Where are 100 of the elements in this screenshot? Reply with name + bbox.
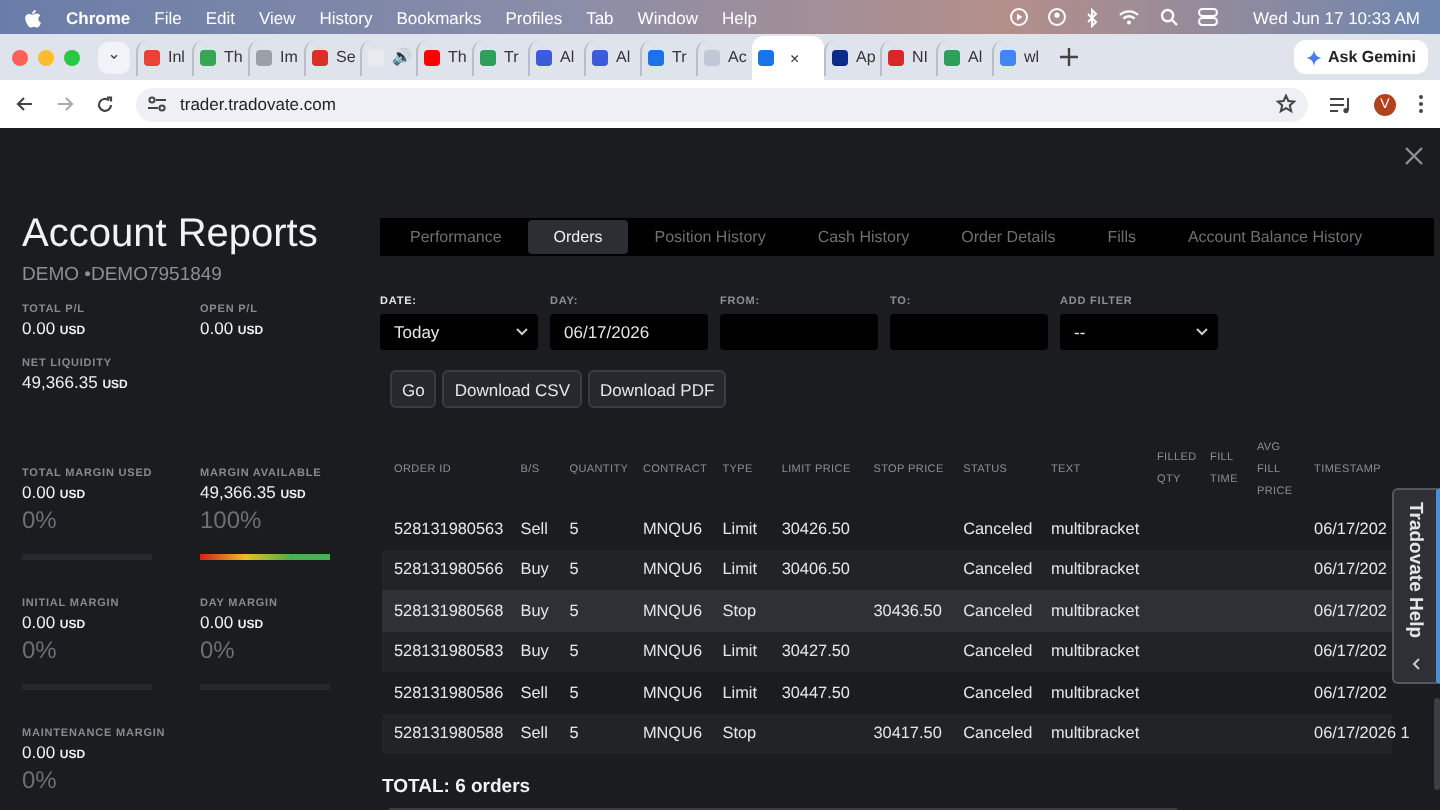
account-id: DEMO •DEMO7951849 [22, 264, 224, 286]
media-controls-icon[interactable] [1330, 95, 1352, 113]
field-value: Today [394, 322, 440, 342]
table-cell: MNQU6 [642, 560, 703, 579]
table-cell: 06/17/202 [1314, 560, 1387, 579]
page-title: Account Reports [22, 212, 320, 256]
menu-item[interactable]: Edit [205, 7, 235, 27]
report-tab[interactable]: Performance [384, 220, 528, 254]
zoom-window-button[interactable] [64, 49, 80, 65]
browser-tab[interactable]: Tr [640, 39, 696, 75]
close-tab-icon[interactable]: × [790, 49, 800, 67]
table-cell: Buy [520, 601, 549, 620]
app-menu[interactable]: Chrome [66, 7, 131, 27]
report-tab[interactable]: Orders [527, 220, 629, 254]
table-cell: 5 [569, 683, 579, 702]
tab-title: NI [912, 48, 928, 66]
bluetooth-icon[interactable] [1085, 7, 1098, 27]
table-cell: 06/17/2026 1 [1314, 724, 1410, 743]
tab-title: Tr [672, 48, 687, 66]
browser-tab[interactable]: × [752, 36, 824, 80]
control-center-icon[interactable] [1197, 8, 1218, 26]
action-button[interactable]: Download PDF [587, 370, 727, 408]
site-settings-icon[interactable] [148, 96, 166, 112]
forward-icon[interactable] [56, 96, 74, 112]
table-cell: Sell [520, 724, 548, 743]
table-cell: 528131980588 [394, 724, 504, 743]
browser-tab[interactable]: Al [528, 39, 584, 75]
tab-title: Im [280, 48, 298, 66]
url-text: trader.tradovate.com [180, 94, 336, 114]
new-tab-icon[interactable] [1060, 48, 1078, 66]
table-cell: 528131980563 [394, 519, 504, 538]
table-cell: 30436.50 [873, 601, 942, 620]
table-cell: MNQU6 [642, 683, 703, 702]
search-icon[interactable] [1159, 8, 1178, 26]
table-cell: Buy [520, 560, 549, 579]
report-tab[interactable]: Position History [628, 220, 792, 254]
menu-item[interactable]: History [319, 7, 373, 27]
report-tab[interactable]: Cash History [791, 220, 936, 254]
menu-item[interactable]: View [258, 7, 296, 27]
browser-tab[interactable]: NI [880, 39, 936, 75]
back-icon[interactable] [16, 96, 34, 112]
action-button[interactable]: Go [390, 370, 437, 408]
browser-tab[interactable]: Ap [824, 39, 880, 75]
tab-title: Ap [856, 48, 876, 66]
browser-tab[interactable]: Th [416, 39, 472, 75]
browser-tab[interactable]: Inl [136, 39, 192, 75]
browser-tab[interactable]: 🔊 [360, 39, 416, 75]
percent-value: 0% [200, 636, 237, 664]
table-cell: 30417.50 [873, 724, 942, 743]
ask-gemini-button[interactable]: Ask Gemini [1293, 40, 1428, 74]
tab-title: Al [616, 48, 631, 66]
tab-title: Tr [504, 48, 519, 66]
table-cell: MNQU6 [642, 519, 703, 538]
help-tab[interactable]: Tradovate Help [1392, 488, 1440, 684]
report-tab[interactable]: Fills [1081, 220, 1162, 254]
browser-tab[interactable]: wl [992, 39, 1048, 75]
play-icon[interactable] [1009, 8, 1028, 26]
table-cell: 30427.50 [781, 642, 850, 661]
table-cell: multibracket [1050, 724, 1140, 743]
action-button[interactable]: Download CSV [442, 370, 582, 408]
star-icon[interactable] [1276, 94, 1296, 114]
table-cell: 06/17/202 [1314, 642, 1387, 661]
wifi-icon[interactable] [1117, 8, 1140, 26]
input-field[interactable]: 06/17/2026 [550, 314, 708, 350]
tab-title: Ac [728, 48, 747, 66]
menu-item[interactable]: File [154, 7, 182, 27]
browser-tab[interactable]: Tr [472, 39, 528, 75]
apple-icon[interactable] [24, 7, 42, 27]
close-window-button[interactable] [12, 49, 28, 65]
browser-tab[interactable]: Im [248, 39, 304, 75]
reload-icon[interactable] [96, 95, 114, 113]
table-cell: multibracket [1050, 560, 1140, 579]
input-field[interactable] [890, 314, 1048, 350]
browser-tab[interactable]: Al [584, 39, 640, 75]
input-field[interactable] [720, 314, 878, 350]
table-cell: Stop [722, 724, 757, 743]
user-icon[interactable] [1047, 8, 1066, 26]
address-bar[interactable]: trader.tradovate.com [136, 87, 1308, 121]
close-icon[interactable] [1404, 146, 1424, 166]
table-cell: 06/17/202 [1314, 519, 1387, 538]
table-cell: 528131980566 [394, 560, 504, 579]
tab-title: Inl [168, 48, 185, 66]
browser-tab[interactable]: Al [936, 39, 992, 75]
table-cell: 06/17/202 [1314, 683, 1387, 702]
report-tab[interactable]: Order Details [935, 220, 1082, 254]
table-cell: Canceled [963, 724, 1033, 743]
percent-value: 0% [22, 766, 59, 794]
dropdown[interactable]: Today [380, 314, 538, 350]
clock: Wed Jun 17 10:33 AM [1253, 7, 1420, 27]
browser-tab[interactable]: Th [192, 39, 248, 75]
dropdown[interactable]: -- [1060, 314, 1218, 350]
table-cell: Canceled [963, 560, 1033, 579]
table-cell: Canceled [963, 601, 1033, 620]
percent-value: 100% [200, 506, 264, 534]
browser-tab[interactable]: Se [304, 39, 360, 75]
table-cell: 5 [569, 724, 579, 743]
more-menu-icon[interactable] [1418, 94, 1424, 114]
report-tab[interactable]: Account Balance History [1161, 220, 1389, 254]
vertical-scrollbar[interactable] [1434, 698, 1440, 790]
percent-value: 0% [22, 636, 59, 664]
